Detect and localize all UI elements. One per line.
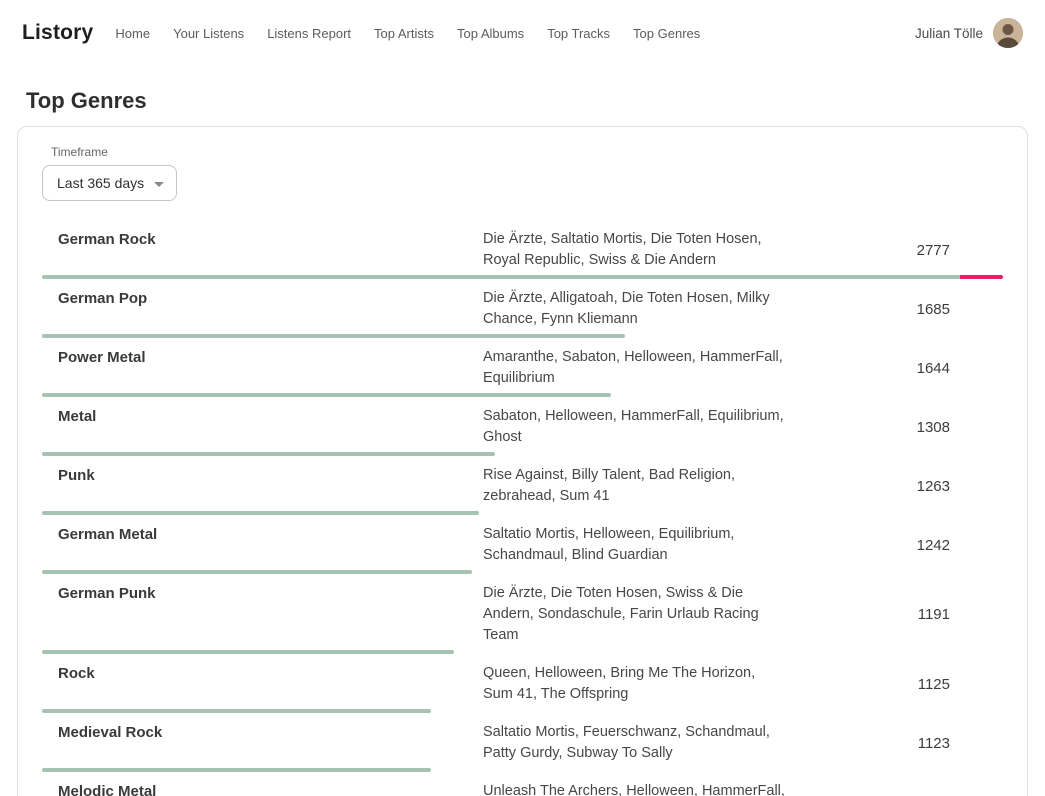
genre-count: 1263 xyxy=(803,476,1003,497)
table-row: German Metal Saltatio Mortis, Helloween,… xyxy=(42,518,1003,577)
genre-artists: Die Ärzte, Die Toten Hosen, Swiss & Die … xyxy=(483,583,803,646)
genre-name: Punk xyxy=(42,465,483,486)
genre-name: German Metal xyxy=(42,524,483,545)
genre-name: Melodic Metal xyxy=(42,781,483,796)
genre-count: 1242 xyxy=(803,535,1003,556)
genres-table: German Rock Die Ärzte, Saltatio Mortis, … xyxy=(42,223,1003,796)
genre-bar xyxy=(42,511,479,515)
nav-item-listens-report[interactable]: Listens Report xyxy=(267,26,351,41)
table-row: Rock Queen, Helloween, Bring Me The Hori… xyxy=(42,657,1003,716)
genre-bar xyxy=(42,275,1003,279)
table-row: German Pop Die Ärzte, Alligatoah, Die To… xyxy=(42,282,1003,341)
nav-item-top-albums[interactable]: Top Albums xyxy=(457,26,524,41)
genre-bar xyxy=(42,709,431,713)
genre-bar xyxy=(42,334,625,338)
table-row: Punk Rise Against, Billy Talent, Bad Rel… xyxy=(42,459,1003,518)
timeframe-label: Timeframe xyxy=(51,145,1003,159)
genre-bar xyxy=(42,570,472,574)
table-row: German Rock Die Ärzte, Saltatio Mortis, … xyxy=(42,223,1003,282)
chevron-down-icon xyxy=(154,182,164,187)
nav-item-top-tracks[interactable]: Top Tracks xyxy=(547,26,610,41)
table-row: Metal Sabaton, Helloween, HammerFall, Eq… xyxy=(42,400,1003,459)
genre-artists: Die Ärzte, Alligatoah, Die Toten Hosen, … xyxy=(483,288,803,330)
timeframe-value: Last 365 days xyxy=(57,175,144,191)
table-row: Melodic Metal Unleash The Archers, Hello… xyxy=(42,775,1003,796)
genre-name: German Rock xyxy=(42,229,483,250)
timeframe-select[interactable]: Last 365 days xyxy=(42,165,177,201)
genre-count: 1123 xyxy=(803,733,1003,754)
table-row: Power Metal Amaranthe, Sabaton, Hellowee… xyxy=(42,341,1003,400)
genre-artists: Saltatio Mortis, Helloween, Equilibrium,… xyxy=(483,524,803,566)
genre-count: 2777 xyxy=(803,240,1003,261)
nav-item-top-genres[interactable]: Top Genres xyxy=(633,26,700,41)
user-avatar-icon[interactable] xyxy=(993,18,1023,48)
main-nav: Home Your Listens Listens Report Top Art… xyxy=(115,26,700,41)
genre-name: German Pop xyxy=(42,288,483,309)
nav-item-home[interactable]: Home xyxy=(115,26,150,41)
genre-artists: Sabaton, Helloween, HammerFall, Equilibr… xyxy=(483,406,803,448)
genre-name: Power Metal xyxy=(42,347,483,368)
table-row: Medieval Rock Saltatio Mortis, Feuerschw… xyxy=(42,716,1003,775)
genre-count: 1002 xyxy=(803,792,1003,796)
top-nav-bar: Listory Home Your Listens Listens Report… xyxy=(0,0,1045,66)
app-logo[interactable]: Listory xyxy=(22,21,93,45)
genre-count: 1191 xyxy=(803,604,1003,625)
page-title: Top Genres xyxy=(26,88,1045,114)
genre-name: Metal xyxy=(42,406,483,427)
genre-artists: Unleash The Archers, Helloween, HammerFa… xyxy=(483,781,803,796)
genre-artists: Saltatio Mortis, Feuerschwanz, Schandmau… xyxy=(483,722,803,764)
user-menu[interactable]: Julian Tölle xyxy=(915,18,1023,48)
genre-count: 1644 xyxy=(803,358,1003,379)
table-row: German Punk Die Ärzte, Die Toten Hosen, … xyxy=(42,577,1003,657)
nav-item-top-artists[interactable]: Top Artists xyxy=(374,26,434,41)
genre-artists: Amaranthe, Sabaton, Helloween, HammerFal… xyxy=(483,347,803,389)
genre-name: Rock xyxy=(42,663,483,684)
genre-count: 1308 xyxy=(803,417,1003,438)
user-name: Julian Tölle xyxy=(915,26,983,41)
genre-artists: Rise Against, Billy Talent, Bad Religion… xyxy=(483,465,803,507)
genre-artists: Queen, Helloween, Bring Me The Horizon, … xyxy=(483,663,803,705)
genre-bar xyxy=(42,452,495,456)
genre-artists: Die Ärzte, Saltatio Mortis, Die Toten Ho… xyxy=(483,229,803,271)
genre-count: 1125 xyxy=(803,674,1003,695)
genre-bar xyxy=(42,393,611,397)
genre-name: Medieval Rock xyxy=(42,722,483,743)
top-genres-card: Timeframe Last 365 days German Rock Die … xyxy=(17,126,1028,796)
genre-bar xyxy=(42,650,454,654)
genre-count: 1685 xyxy=(803,299,1003,320)
genre-name: German Punk xyxy=(42,583,483,604)
genre-bar xyxy=(42,768,431,772)
nav-item-your-listens[interactable]: Your Listens xyxy=(173,26,244,41)
